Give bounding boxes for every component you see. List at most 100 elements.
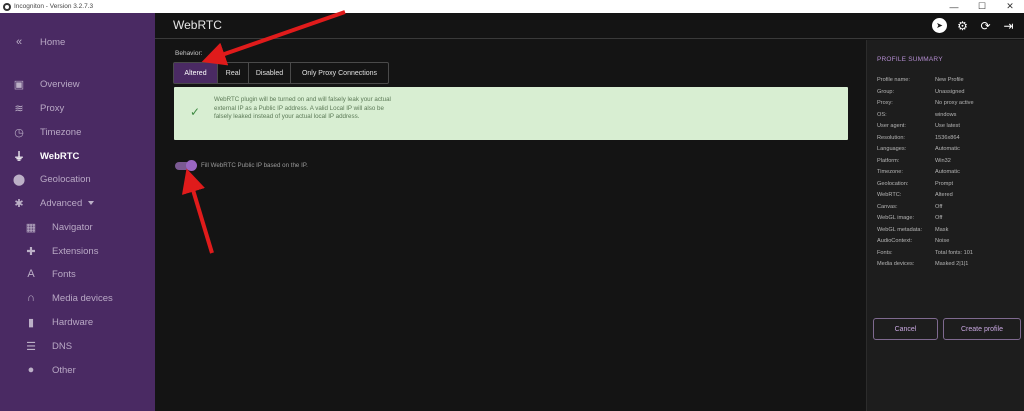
summary-value: Mask: [935, 226, 949, 233]
behavior-option-disabled[interactable]: Disabled: [249, 63, 291, 83]
summary-value: No proxy active: [935, 100, 974, 106]
maximize-button[interactable]: ☐: [968, 0, 996, 13]
sidebar-item-fonts[interactable]: A Fonts: [0, 264, 155, 284]
summary-key: Fonts:: [877, 249, 893, 256]
window-controls: — ☐ ✕: [940, 0, 1024, 13]
behavior-selector: Altered Real Disabled Only Proxy Connect…: [173, 62, 389, 84]
summary-key: AudioContext:: [877, 238, 913, 244]
font-icon: A: [27, 268, 35, 280]
summary-value: windows: [935, 111, 957, 118]
check-icon: ✓: [190, 105, 201, 119]
telegram-icon[interactable]: ➤: [932, 18, 947, 33]
sidebar-item-label: Other: [52, 364, 76, 376]
chip-icon: ▮: [27, 316, 35, 329]
annotation-arrow-toggle: [181, 168, 214, 254]
summary-key: User agent:: [877, 123, 906, 129]
cancel-button[interactable]: Cancel: [873, 318, 938, 340]
summary-key: Platform:: [877, 157, 900, 164]
info-alert: ✓ WebRTC plugin will be turned on and wi…: [174, 87, 848, 140]
sidebar-item-overview[interactable]: ▣ Overview: [0, 74, 155, 94]
sidebar-item-webrtc[interactable]: ⏚ WebRTC: [0, 146, 155, 166]
summary-value: Unassigned: [935, 88, 965, 95]
summary-row: Resolution: 1536x864: [877, 135, 1022, 146]
sidebar-item-extensions[interactable]: ✚ Extensions: [0, 241, 155, 261]
fill-public-ip-toggle[interactable]: [175, 160, 197, 171]
sidebar-item-label: Hardware: [52, 316, 94, 328]
plug-icon: ⏚: [13, 151, 25, 163]
headphones-icon: ∩: [27, 292, 35, 304]
create-profile-button[interactable]: Create profile: [943, 318, 1021, 340]
caret-down-icon: [88, 201, 95, 205]
sidebar-item-media-devices[interactable]: ∩ Media devices: [0, 288, 155, 308]
summary-value: Win32: [935, 157, 951, 164]
summary-key: WebGL image:: [877, 215, 914, 221]
minimize-button[interactable]: —: [940, 0, 968, 13]
sidebar-item-label: Overview: [40, 78, 80, 90]
summary-key: WebGL metadata:: [877, 226, 923, 233]
refresh-icon[interactable]: ⟳: [978, 18, 993, 33]
summary-key: OS:: [877, 111, 887, 118]
sidebar-item-label: Media devices: [52, 292, 113, 304]
sidebar-item-hardware[interactable]: ▮ Hardware: [0, 312, 155, 332]
profile-summary-panel: PROFILE SUMMARY Profile name: New Profile…: [866, 40, 1024, 411]
sidebar-item-proxy[interactable]: ≋ Proxy: [0, 98, 155, 118]
summary-key: Geolocation:: [877, 180, 909, 187]
summary-row: Geolocation: Prompt: [877, 181, 1022, 192]
close-button[interactable]: ✕: [996, 0, 1024, 13]
behavior-option-altered[interactable]: Altered: [174, 63, 218, 83]
sidebar-item-dns[interactable]: ☰ DNS: [0, 336, 155, 356]
settings-icon: ●: [27, 364, 35, 376]
summary-value: 1536x864: [935, 134, 960, 141]
wifi-icon: ≋: [14, 102, 24, 115]
behavior-option-only-proxy[interactable]: Only Proxy Connections: [291, 63, 388, 83]
summary-value: Masked 2|1|1: [935, 261, 969, 267]
summary-key: Profile name:: [877, 77, 910, 83]
sidebar-item-label: Navigator: [52, 221, 93, 233]
summary-key: Canvas:: [877, 203, 898, 210]
app-logo-icon: [3, 2, 11, 11]
sidebar-item-advanced[interactable]: ✱ Advanced: [0, 193, 155, 213]
summary-value: Total fonts: 101: [935, 249, 973, 256]
sidebar-item-home[interactable]: « Home: [0, 32, 155, 52]
behavior-option-real[interactable]: Real: [218, 63, 249, 83]
sidebar-item-other[interactable]: ● Other: [0, 360, 155, 380]
summary-key: Resolution:: [877, 134, 905, 141]
gear-icon[interactable]: ⚙: [955, 18, 970, 33]
logout-icon[interactable]: ⇥: [1001, 18, 1016, 33]
sidebar-item-navigator[interactable]: ▦ Navigator: [0, 217, 155, 237]
puzzle-icon: ✚: [26, 245, 36, 258]
summary-value: Noise: [935, 238, 950, 244]
toggle-label: Fill WebRTC Public IP based on the IP.: [201, 162, 308, 169]
page-header: WebRTC ➤ ⚙ ⟳ ⇥: [155, 13, 1024, 39]
sidebar-item-label: Geolocation: [40, 173, 91, 185]
page-title: WebRTC: [173, 18, 222, 32]
summary-row: AudioContext: Noise: [877, 238, 1022, 249]
alert-message: WebRTC plugin will be turned on and will…: [214, 96, 391, 120]
summary-key: Languages:: [877, 146, 907, 152]
summary-row: WebRTC: Altered: [877, 192, 1022, 203]
clock-icon: ◷: [14, 126, 24, 139]
sidebar-item-label: Advanced: [40, 197, 83, 209]
summary-row: OS: windows: [877, 112, 1022, 123]
map-pin-icon: ⬤: [12, 173, 26, 186]
asterisk-icon: ✱: [14, 197, 24, 210]
summary-value: Altered: [935, 192, 953, 198]
window-titlebar: Incogniton - Version 3.2.7.3 — ☐ ✕: [0, 0, 1024, 13]
sidebar-item-label: DNS: [52, 340, 73, 352]
sidebar-item-label: Fonts: [52, 268, 76, 280]
sidebar-item-timezone[interactable]: ◷ Timezone: [0, 122, 155, 142]
summary-row: Canvas: Off: [877, 204, 1022, 215]
double-chevron-left-icon: «: [15, 36, 23, 48]
summary-row: Group: Unassigned: [877, 89, 1022, 100]
summary-value: Automatic: [935, 169, 960, 175]
summary-key: Group:: [877, 88, 895, 95]
summary-value: Automatic: [935, 146, 960, 152]
sidebar-item-label: Home: [40, 36, 66, 48]
summary-row: Languages: Automatic: [877, 146, 1022, 157]
window-title: Incogniton - Version 3.2.7.3: [14, 3, 94, 10]
summary-key: WebRTC:: [877, 192, 902, 198]
summary-key: Media devices:: [877, 261, 915, 267]
summary-row: Fonts: Total fonts: 101: [877, 250, 1022, 261]
summary-value: Off: [935, 215, 943, 221]
sidebar-item-geolocation[interactable]: ⬤ Geolocation: [0, 169, 155, 189]
